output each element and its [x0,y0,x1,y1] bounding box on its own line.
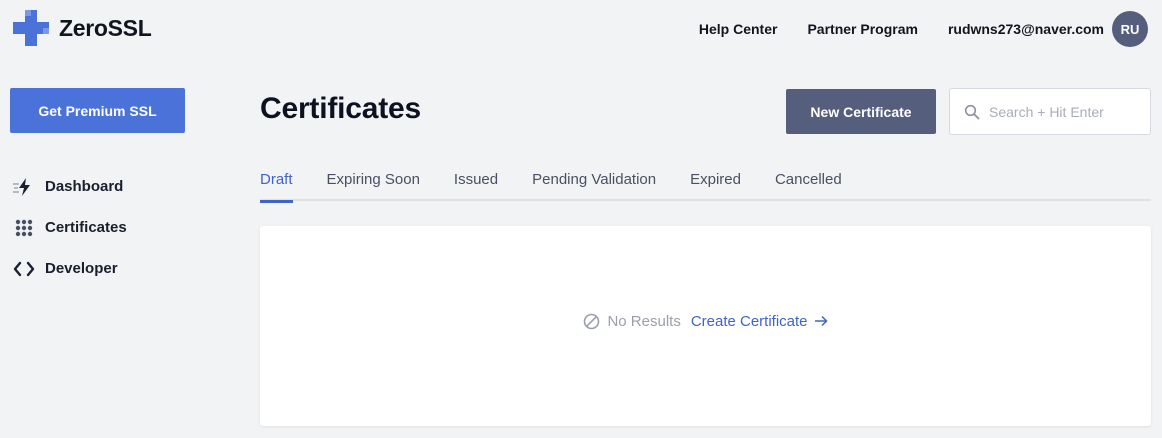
tab-expired[interactable]: Expired [690,162,741,201]
ban-icon [584,313,600,329]
logo-cross-icon [13,10,49,46]
logo-text: ZeroSSL [59,14,152,41]
new-certificate-button[interactable]: New Certificate [786,89,936,134]
help-center-link[interactable]: Help Center [699,21,778,37]
tab-expiring-soon[interactable]: Expiring Soon [327,162,420,201]
tab-cancelled[interactable]: Cancelled [775,162,842,201]
search-box[interactable] [949,88,1151,135]
account-email-link[interactable]: rudwns273@naver.com [948,21,1104,37]
page-title: Certificates [260,92,422,125]
create-certificate-link[interactable]: Create Certificate [691,313,828,330]
sidebar-item-label: Certificates [45,219,127,236]
tab-draft[interactable]: Draft [260,162,293,203]
certificate-status-tabs: Draft Expiring Soon Issued Pending Valid… [260,162,1151,203]
sidebar-item-label: Developer [45,260,118,277]
results-card: No Results Create Certificate [260,226,1151,426]
sidebar-nav: Dashboard Certificates Developer [12,166,212,289]
search-icon [964,104,980,119]
sidebar-item-dashboard[interactable]: Dashboard [12,166,212,207]
arrow-right-icon [814,315,828,327]
search-input[interactable] [989,103,1139,120]
avatar-initials: RU [1120,21,1140,37]
sidebar-item-label: Dashboard [45,178,124,195]
code-brackets-icon [12,257,36,281]
tab-pending-validation[interactable]: Pending Validation [532,162,656,201]
get-premium-ssl-button[interactable]: Get Premium SSL [10,88,185,133]
partner-program-link[interactable]: Partner Program [807,21,917,37]
top-header: ZeroSSL Help Center Partner Program rudw… [0,0,1162,58]
sidebar-item-developer[interactable]: Developer [12,248,212,289]
lightning-icon [12,175,36,199]
grid-dots-icon [12,216,36,240]
create-certificate-label: Create Certificate [690,312,808,330]
user-avatar[interactable]: RU [1112,11,1148,47]
no-results-text: No Results [607,312,681,330]
top-nav: Help Center Partner Program rudwns273@na… [699,11,1148,47]
sidebar-item-certificates[interactable]: Certificates [12,207,212,248]
empty-state: No Results Create Certificate [583,312,828,330]
tab-issued[interactable]: Issued [454,162,498,201]
zerossl-logo[interactable]: ZeroSSL [13,10,152,46]
